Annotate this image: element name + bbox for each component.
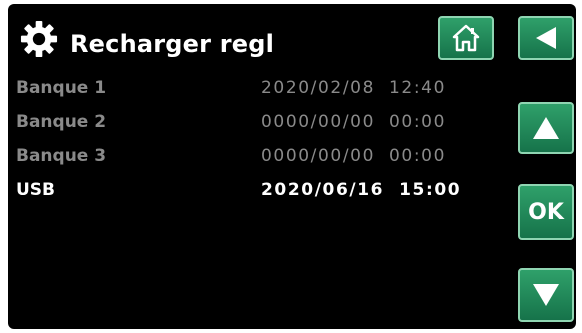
home-icon — [452, 24, 480, 52]
back-button[interactable] — [518, 16, 574, 60]
home-button[interactable] — [438, 16, 494, 60]
list-item-banque-2[interactable]: Banque 2 0000/00/00 00:00 — [16, 112, 476, 138]
slot-name: Banque 2 — [16, 112, 107, 132]
slot-datetime: 2020/06/16 15:00 — [261, 180, 462, 200]
slot-name: Banque 1 — [16, 78, 107, 98]
slot-name: USB — [16, 180, 56, 200]
down-arrow-icon — [533, 284, 559, 306]
list-item-usb[interactable]: USB 2020/06/16 15:00 — [16, 180, 476, 206]
slot-datetime: 0000/00/00 00:00 — [261, 112, 446, 132]
gear-icon — [20, 20, 58, 58]
scroll-up-button[interactable] — [518, 102, 574, 154]
slot-datetime: 2020/02/08 12:40 — [261, 78, 446, 98]
ok-button[interactable]: OK — [518, 184, 574, 240]
back-arrow-icon — [536, 27, 556, 49]
scroll-down-button[interactable] — [518, 268, 574, 322]
slot-name: Banque 3 — [16, 146, 107, 166]
page-title: Recharger regl — [70, 30, 275, 58]
display-screen: Recharger regl OK Banque 1 2020/02/08 12… — [8, 4, 576, 329]
up-arrow-icon — [533, 117, 559, 139]
slot-datetime: 0000/00/00 00:00 — [261, 146, 446, 166]
list-item-banque-3[interactable]: Banque 3 0000/00/00 00:00 — [16, 146, 476, 172]
list-item-banque-1[interactable]: Banque 1 2020/02/08 12:40 — [16, 78, 476, 104]
